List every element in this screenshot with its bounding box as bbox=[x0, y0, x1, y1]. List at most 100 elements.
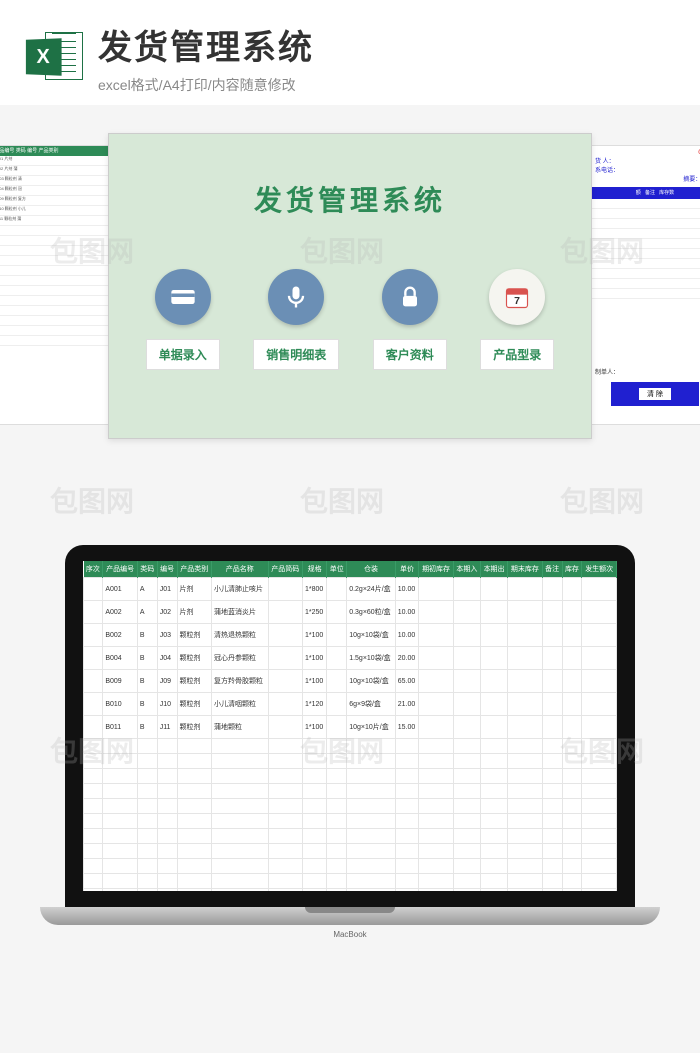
table-cell: B009 bbox=[103, 670, 138, 693]
table-cell bbox=[84, 647, 103, 670]
menu-item-customer[interactable]: 客户资料 bbox=[373, 269, 447, 370]
table-cell: 1*100 bbox=[303, 670, 327, 693]
table-cell: A bbox=[137, 601, 157, 624]
table-cell: B011 bbox=[103, 716, 138, 739]
table-cell bbox=[480, 647, 507, 670]
table-cell: 6g×9袋/盒 bbox=[347, 693, 396, 716]
table-cell bbox=[327, 693, 347, 716]
table-cell bbox=[268, 601, 303, 624]
table-cell: 10.00 bbox=[395, 601, 419, 624]
product-table: 序次产品编号类码编号产品类别产品名称产品简码规格单位仓装单价期初库存本期入本期出… bbox=[83, 561, 617, 891]
svg-text:7: 7 bbox=[514, 295, 520, 307]
menu-item-product[interactable]: 7 产品型录 bbox=[480, 269, 554, 370]
table-cell: 10g×10袋/盒 bbox=[347, 624, 396, 647]
table-row: A001AJ01片剂小儿清肺止咳片1*8000.2g×24片/盒10.00 bbox=[84, 578, 617, 601]
table-cell bbox=[268, 670, 303, 693]
table-row bbox=[84, 889, 617, 892]
table-cell bbox=[542, 624, 562, 647]
table-cell bbox=[419, 624, 454, 647]
table-cell bbox=[508, 578, 543, 601]
table-cell: 20.00 bbox=[395, 647, 419, 670]
table-cell bbox=[542, 601, 562, 624]
table-header-cell: 本期入 bbox=[453, 561, 480, 578]
table-row bbox=[84, 739, 617, 754]
table-cell bbox=[480, 670, 507, 693]
list-item: B009 B J09 颗粒剂 复方 bbox=[0, 196, 109, 206]
list-item: A001 A J01 片剂 bbox=[0, 156, 109, 166]
laptop-screen: 序次产品编号类码编号产品类别产品名称产品简码规格单位仓装单价期初库存本期入本期出… bbox=[83, 561, 617, 891]
left-sheet-header: 序次 产品编号 类码 编号 产品类别 bbox=[0, 146, 109, 156]
lock-icon bbox=[382, 269, 438, 325]
center-dashboard: 发货管理系统 单据录入 销售明细表 客户资料 bbox=[108, 133, 592, 439]
table-cell: B bbox=[137, 693, 157, 716]
table-cell: 15.00 bbox=[395, 716, 419, 739]
table-cell bbox=[542, 647, 562, 670]
table-cell: 1*250 bbox=[303, 601, 327, 624]
table-header-cell: 类码 bbox=[137, 561, 157, 578]
menu-row: 单据录入 销售明细表 客户资料 7 产品型录 bbox=[109, 269, 591, 370]
table-cell: B bbox=[137, 670, 157, 693]
table-row: B010BJ10颗粒剂小儿清咽颗粒1*1206g×9袋/盒21.00 bbox=[84, 693, 617, 716]
receiver-label: 货 人： bbox=[595, 156, 700, 165]
table-header-cell: 本期出 bbox=[480, 561, 507, 578]
table-cell: 0.2g×24片/盒 bbox=[347, 578, 396, 601]
table-cell: J04 bbox=[157, 647, 177, 670]
table-cell: 1*100 bbox=[303, 716, 327, 739]
table-cell bbox=[419, 716, 454, 739]
table-cell bbox=[562, 578, 582, 601]
table-cell bbox=[453, 647, 480, 670]
table-cell bbox=[582, 647, 617, 670]
table-cell bbox=[508, 624, 543, 647]
table-cell: J10 bbox=[157, 693, 177, 716]
table-cell: 1*800 bbox=[303, 578, 327, 601]
table-cell: B002 bbox=[103, 624, 138, 647]
laptop: 序次产品编号类码编号产品类别产品名称产品简码规格单位仓装单价期初库存本期入本期出… bbox=[65, 545, 635, 925]
table-cell: 清热退热颗粒 bbox=[212, 624, 268, 647]
table-header-cell: 编号 bbox=[157, 561, 177, 578]
table-cell bbox=[453, 693, 480, 716]
menu-item-sales[interactable]: 销售明细表 bbox=[253, 269, 339, 370]
table-cell bbox=[84, 716, 103, 739]
table-cell: 10g×10袋/盒 bbox=[347, 670, 396, 693]
table-row bbox=[84, 784, 617, 799]
maker-label: 制单人： bbox=[595, 367, 619, 376]
table-cell: 21.00 bbox=[395, 693, 419, 716]
preview-area: 序次 产品编号 类码 编号 产品类别 A001 A J01 片剂 A002 A … bbox=[0, 115, 700, 485]
page-header: X 发货管理系统 excel格式/A4打印/内容随意修改 bbox=[0, 0, 700, 105]
table-cell: J11 bbox=[157, 716, 177, 739]
table-cell bbox=[327, 716, 347, 739]
table-cell bbox=[453, 578, 480, 601]
table-cell bbox=[327, 578, 347, 601]
table-header-row: 序次产品编号类码编号产品类别产品名称产品简码规格单位仓装单价期初库存本期入本期出… bbox=[84, 561, 617, 578]
table-cell: 冠心丹参颗粒 bbox=[212, 647, 268, 670]
table-row: B009BJ09颗粒剂复方羚骨胶颗粒1*10010g×10袋/盒65.00 bbox=[84, 670, 617, 693]
table-cell bbox=[562, 670, 582, 693]
table-cell: 10.00 bbox=[395, 624, 419, 647]
table-cell: B bbox=[137, 624, 157, 647]
table-cell: 1*100 bbox=[303, 647, 327, 670]
table-cell bbox=[562, 647, 582, 670]
left-sheet-preview: 序次 产品编号 类码 编号 产品类别 A001 A J01 片剂 A002 A … bbox=[0, 145, 110, 425]
table-cell bbox=[268, 578, 303, 601]
laptop-mockup-area: 序次产品编号类码编号产品类别产品名称产品简码规格单位仓装单价期初库存本期入本期出… bbox=[0, 485, 700, 985]
table-header-cell: 期初库存 bbox=[419, 561, 454, 578]
table-cell bbox=[508, 670, 543, 693]
table-header-cell: 发生额次 bbox=[582, 561, 617, 578]
list-item: B004 B J04 颗粒剂 冠 bbox=[0, 186, 109, 196]
table-cell: 颗粒剂 bbox=[177, 670, 212, 693]
clear-button[interactable]: 清 除 bbox=[611, 382, 699, 406]
menu-item-entry[interactable]: 单据录入 bbox=[146, 269, 220, 370]
table-cell bbox=[508, 716, 543, 739]
table-cell bbox=[562, 601, 582, 624]
table-cell bbox=[508, 601, 543, 624]
list-item: B011 B J11 颗粒剂 蒲 bbox=[0, 216, 109, 226]
right-sheet-preview: 00054 货 人： 系电话： 摘要： 发货 额 备注 库存数 制单人： 清 除 bbox=[590, 145, 700, 425]
table-cell bbox=[453, 601, 480, 624]
table-cell bbox=[419, 601, 454, 624]
summary-label: 摘要： bbox=[683, 177, 700, 183]
table-cell: B bbox=[137, 716, 157, 739]
table-cell: 小儿清咽颗粒 bbox=[212, 693, 268, 716]
list-item: B010 B J10 颗粒剂 小儿 bbox=[0, 206, 109, 216]
table-row bbox=[84, 754, 617, 769]
table-cell: 蒲地蓝消炎片 bbox=[212, 601, 268, 624]
